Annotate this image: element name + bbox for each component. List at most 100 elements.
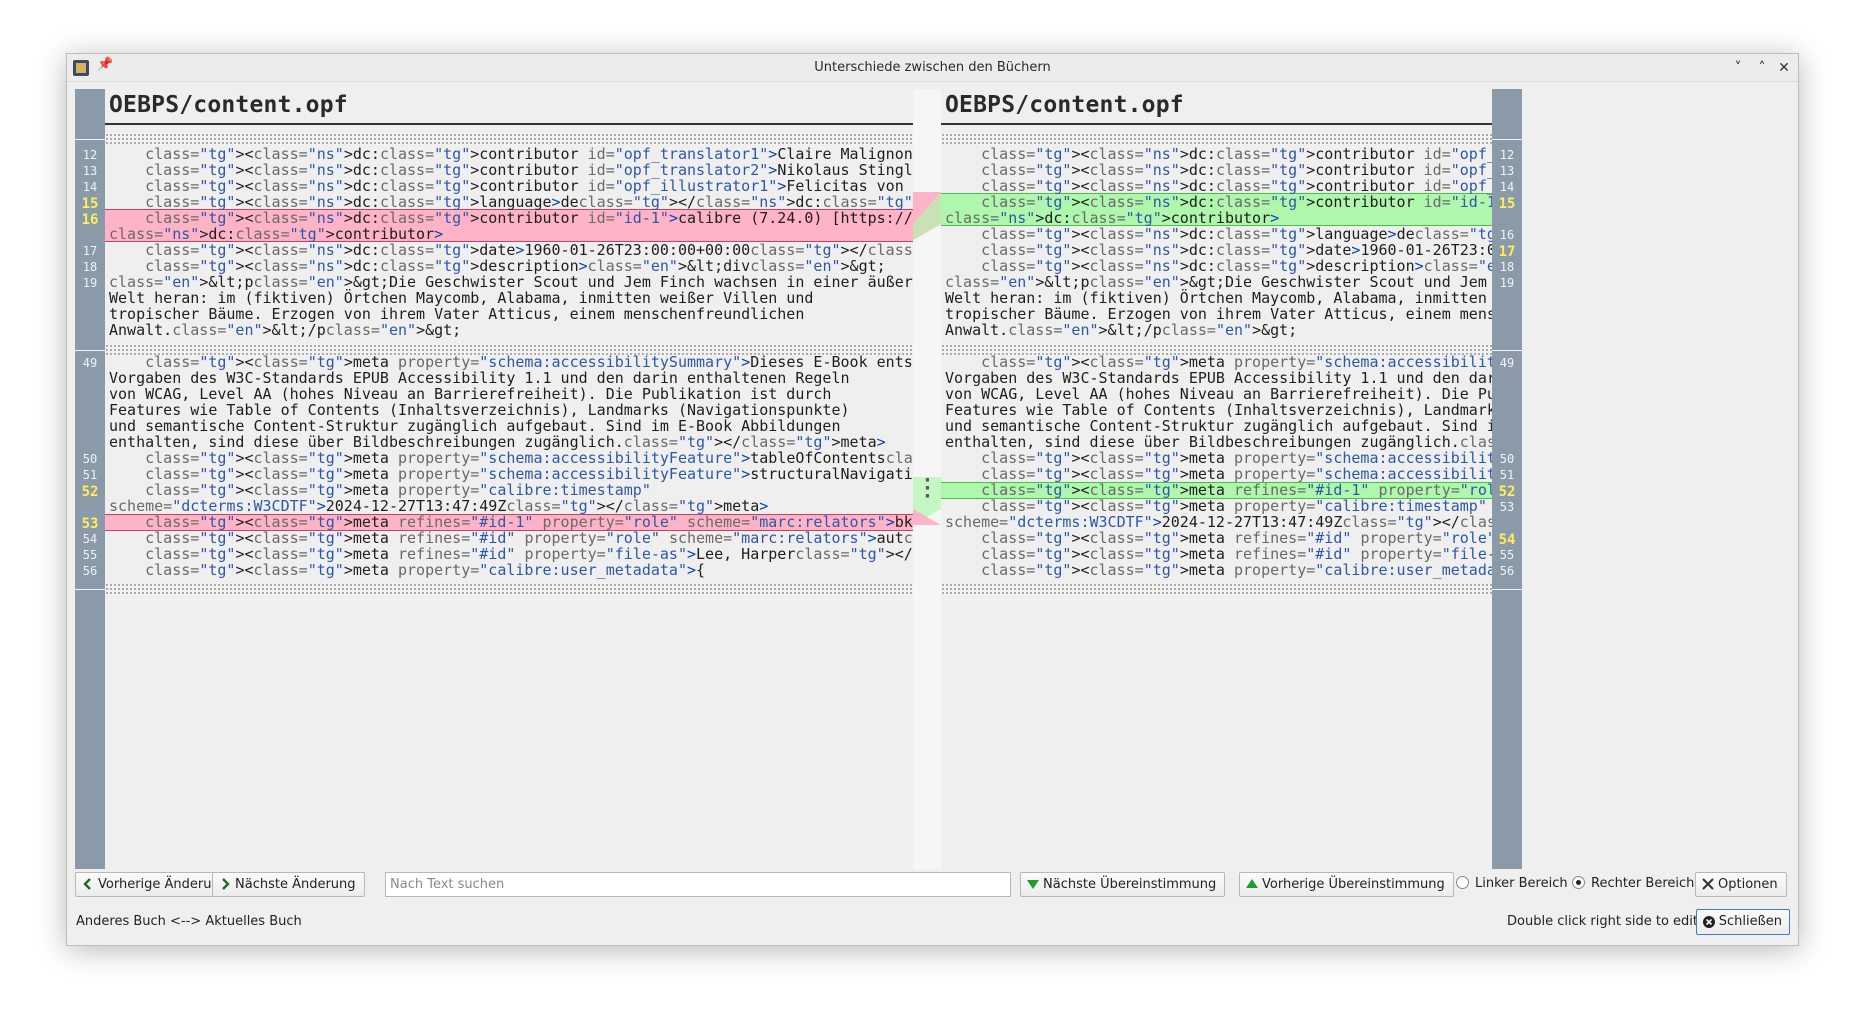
next-change-button[interactable]: Nächste Änderung: [212, 872, 365, 897]
line-number: 55: [1499, 548, 1515, 562]
code-line[interactable]: class="tg"><class="tg">meta property="ca…: [945, 562, 1492, 578]
code-line[interactable]: Anwalt.class="en">&lt;/pclass="en">&gt;: [945, 322, 1492, 338]
line-number: 55: [82, 548, 98, 562]
options-label: Optionen: [1718, 877, 1778, 892]
code-line[interactable]: von WCAG, Level AA (hohes Niveau an Barr…: [109, 386, 913, 402]
code-line[interactable]: class="tg"><class="tg">meta refines="#id…: [945, 530, 1492, 546]
code-line[interactable]: Features wie Table of Contents (Inhaltsv…: [945, 402, 1492, 418]
code-line[interactable]: class="tg"><class="tg">meta property="sc…: [109, 354, 913, 370]
radio-unchecked-icon: [1456, 876, 1469, 889]
line-number: 52: [1498, 484, 1516, 500]
code-line[interactable]: Vorgaben des W3C-Standards EPUB Accessib…: [945, 370, 1492, 386]
line-number: 14: [82, 180, 98, 194]
toolbar: Vorherige Änderung Nächste Änderung Näch…: [67, 872, 1798, 902]
code-line[interactable]: class="tg"><class="tg">meta property="sc…: [945, 450, 1492, 466]
left-area-radio[interactable]: Linker Bereich: [1456, 876, 1568, 891]
triangle-down-icon: [1027, 880, 1039, 889]
code-line[interactable]: class="tg"><class="ns">dc:class="tg">lan…: [945, 226, 1492, 242]
code-line[interactable]: scheme="dcterms:W3CDTF">2024-12-27T13:47…: [109, 498, 913, 514]
code-line[interactable]: class="tg"><class="ns">dc:class="tg">dat…: [109, 242, 913, 258]
code-line[interactable]: class="en">&lt;pclass="en">&gt;Die Gesch…: [945, 274, 1492, 290]
left-pane[interactable]: OEBPS/content.opf class="tg"><class="ns"…: [105, 89, 913, 869]
line-number: 12: [1499, 148, 1515, 162]
title-bar: 📌 Unterschiede zwischen den Büchern ˅ ˄ …: [67, 54, 1798, 82]
right-area-radio[interactable]: Rechter Bereich: [1572, 876, 1694, 891]
code-line[interactable]: class="tg"><class="tg">meta property="sc…: [109, 466, 913, 482]
line-number: 53: [1499, 500, 1515, 514]
left-area-label: Linker Bereich: [1475, 876, 1568, 891]
code-line[interactable]: und semantische Content-Struktur zugängl…: [109, 418, 913, 434]
line-number: 56: [1499, 564, 1515, 578]
left-gutter: 12 13 14 15 16 17 18 19 49 50 51 52 53 54 55 56: [75, 89, 105, 869]
code-line[interactable]: class="tg"><class="ns">dc:class="tg">con…: [945, 146, 1492, 162]
splitter-handle-icon[interactable]: · · ·: [924, 472, 931, 506]
tools-icon: [1702, 878, 1714, 890]
code-line[interactable]: class="tg"><class="ns">dc:class="tg">des…: [109, 258, 913, 274]
code-line[interactable]: class="tg"><class="tg">meta refines="#id…: [109, 546, 913, 562]
code-line[interactable]: class="tg"><class="ns">dc:class="tg">con…: [109, 178, 913, 194]
code-line[interactable]: Welt heran: im (fiktiven) Örtchen Maycom…: [109, 290, 913, 306]
close-button[interactable]: Schließen: [1695, 909, 1790, 935]
options-button[interactable]: Optionen: [1695, 872, 1787, 897]
code-line[interactable]: class="tg"><class="tg">meta property="sc…: [945, 354, 1492, 370]
code-line[interactable]: enthalten, sind diese über Bildbeschreib…: [945, 434, 1492, 450]
code-line[interactable]: class="tg"><class="ns">dc:class="tg">con…: [945, 178, 1492, 194]
next-match-button[interactable]: Nächste Übereinstimmung: [1020, 872, 1226, 897]
code-line[interactable]: class="en">&lt;pclass="en">&gt;Die Gesch…: [109, 274, 913, 290]
pane-splitter[interactable]: · · ·: [913, 89, 941, 869]
code-line[interactable]: und semantische Content-Struktur zugängl…: [945, 418, 1492, 434]
code-line[interactable]: Anwalt.class="en">&lt;/pclass="en">&gt;: [109, 322, 913, 338]
line-number: 52: [81, 484, 99, 500]
code-line[interactable]: class="ns">dc:class="tg">contributor>: [109, 226, 913, 242]
gutter-separator: [75, 589, 105, 590]
line-number: 15: [81, 196, 99, 212]
code-line[interactable]: Vorgaben des W3C-Standards EPUB Accessib…: [109, 370, 913, 386]
line-number: 49: [82, 356, 98, 370]
code-line[interactable]: Welt heran: im (fiktiven) Örtchen Maycom…: [945, 290, 1492, 306]
close-label: Schließen: [1718, 914, 1782, 929]
line-number: 56: [82, 564, 98, 578]
code-line[interactable]: class="tg"><class="ns">dc:class="tg">con…: [945, 194, 1492, 210]
right-pane[interactable]: OEBPS/content.opf class="tg"><class="ns"…: [941, 89, 1492, 869]
code-line[interactable]: class="tg"><class="ns">dc:class="tg">con…: [109, 210, 913, 226]
triangle-up-icon: [1246, 879, 1258, 888]
code-line[interactable]: class="tg"><class="tg">meta refines="#id…: [945, 546, 1492, 562]
code-line[interactable]: class="tg"><class="tg">meta property="ca…: [109, 562, 913, 578]
code-line[interactable]: class="ns">dc:class="tg">contributor>: [945, 210, 1492, 226]
code-line[interactable]: class="tg"><class="ns">dc:class="tg">dat…: [945, 242, 1492, 258]
line-number: 51: [82, 468, 98, 482]
code-line[interactable]: class="tg"><class="ns">dc:class="tg">des…: [945, 258, 1492, 274]
line-number: 14: [1499, 180, 1515, 194]
code-line[interactable]: class="tg"><class="tg">meta refines="#id…: [109, 530, 913, 546]
prev-match-button[interactable]: Vorherige Übereinstimmung: [1239, 872, 1454, 897]
code-line[interactable]: scheme="dcterms:W3CDTF">2024-12-27T13:47…: [945, 514, 1492, 530]
code-line[interactable]: class="tg"><class="tg">meta property="sc…: [945, 466, 1492, 482]
line-number: 50: [1499, 452, 1515, 466]
search-input[interactable]: [385, 872, 1011, 897]
code-line[interactable]: tropischer Bäume. Erzogen von ihrem Vate…: [945, 306, 1492, 322]
gutter-separator: [1492, 589, 1522, 590]
code-line[interactable]: class="tg"><class="tg">meta property="sc…: [109, 450, 913, 466]
minimize-icon[interactable]: ˅: [1728, 58, 1748, 78]
code-line[interactable]: class="tg"><class="ns">dc:class="tg">con…: [945, 162, 1492, 178]
code-line[interactable]: enthalten, sind diese über Bildbeschreib…: [109, 434, 913, 450]
code-line[interactable]: Features wie Table of Contents (Inhaltsv…: [109, 402, 913, 418]
line-number: 54: [1498, 532, 1516, 548]
code-line[interactable]: von WCAG, Level AA (hohes Niveau an Barr…: [945, 386, 1492, 402]
close-window-icon[interactable]: ✕: [1774, 58, 1794, 78]
code-line[interactable]: class="tg"><class="tg">meta refines="#id…: [109, 514, 913, 530]
line-number: 17: [82, 244, 98, 258]
code-line[interactable]: class="tg"><class="tg">meta refines="#id…: [945, 482, 1492, 498]
code-line[interactable]: class="tg"><class="tg">meta property="ca…: [945, 498, 1492, 514]
code-line[interactable]: class="tg"><class="ns">dc:class="tg">con…: [109, 162, 913, 178]
code-line[interactable]: class="tg"><class="tg">meta property="ca…: [109, 482, 913, 498]
close-circle-icon: [1702, 916, 1715, 928]
next-change-label: Nächste Änderung: [235, 877, 356, 892]
prev-match-label: Vorherige Übereinstimmung: [1262, 877, 1445, 892]
title-divider: [941, 123, 1492, 125]
maximize-icon[interactable]: ˄: [1752, 58, 1772, 78]
code-line[interactable]: class="tg"><class="ns">dc:class="tg">con…: [109, 146, 913, 162]
code-line[interactable]: class="tg"><class="ns">dc:class="tg">lan…: [109, 194, 913, 210]
right-gutter: 12 13 14 15 16 17 18 19 49 50 51 52 53 54 55 56: [1492, 89, 1522, 869]
code-line[interactable]: tropischer Bäume. Erzogen von ihrem Vate…: [109, 306, 913, 322]
